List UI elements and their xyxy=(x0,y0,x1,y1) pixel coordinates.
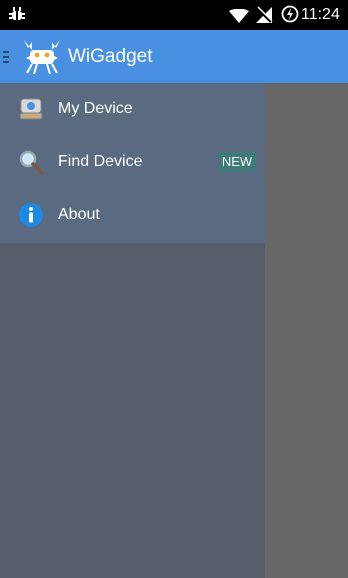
new-badge: NEW xyxy=(218,152,256,172)
clock-time: 11:24 xyxy=(301,6,340,23)
phone-screen: 11:24 WiGadget My Device Find Device NEW… xyxy=(0,0,348,578)
content-scrim[interactable] xyxy=(265,83,348,578)
wifi-icon xyxy=(229,9,249,23)
menu-item-label: About xyxy=(58,206,100,223)
menu-item-find-device[interactable]: Find Device NEW xyxy=(0,136,265,189)
battery-charging-icon xyxy=(281,5,299,23)
menu-item-label: My Device xyxy=(58,100,133,117)
menu-item-label: Find Device xyxy=(58,153,143,170)
hamburger-icon[interactable] xyxy=(3,51,9,63)
status-bar: 11:24 xyxy=(0,0,348,30)
app-title: WiGadget xyxy=(68,46,153,67)
menu-item-about[interactable]: About xyxy=(0,189,265,242)
no-signal-icon xyxy=(256,6,273,23)
device-icon xyxy=(19,98,43,120)
app-logo-icon[interactable] xyxy=(18,36,66,76)
info-icon xyxy=(19,203,43,227)
app-bar: WiGadget xyxy=(0,30,348,83)
magnifier-icon xyxy=(19,150,44,175)
menu-item-my-device[interactable]: My Device xyxy=(0,83,265,136)
debug-bug-icon xyxy=(9,7,25,20)
navigation-drawer: My Device Find Device NEW About xyxy=(0,83,265,578)
drawer-menu: My Device Find Device NEW About xyxy=(0,83,265,243)
